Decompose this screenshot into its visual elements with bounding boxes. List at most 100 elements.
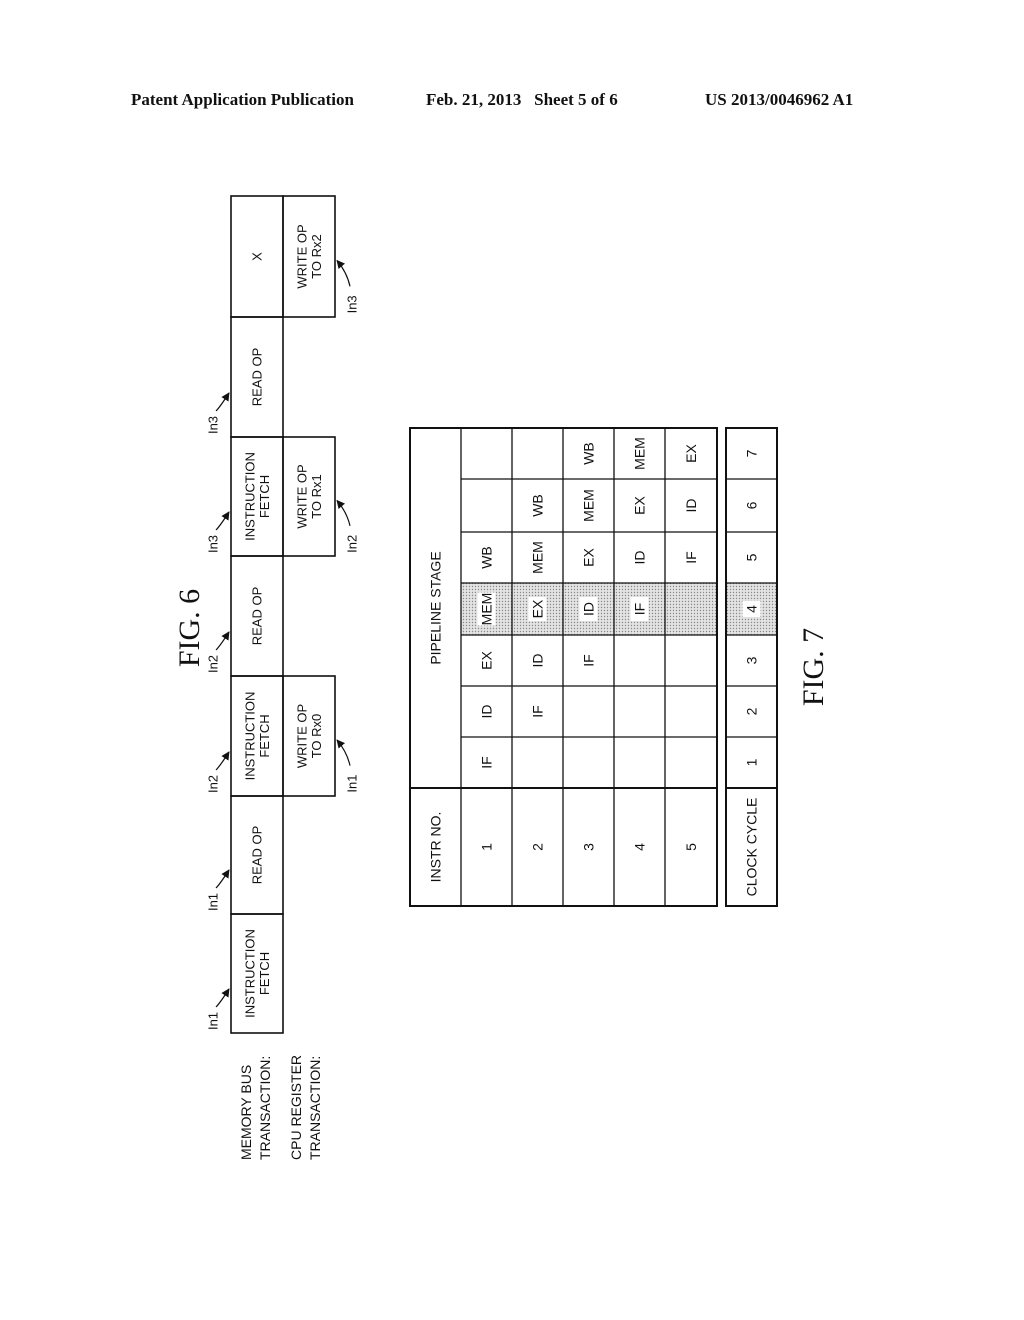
fig7-title-line: FIG. 7: [797, 628, 830, 706]
stage-cell-line: IF: [632, 603, 648, 615]
fig6-title: FIG. 6: [173, 589, 206, 667]
clock-cycle-number: 2: [744, 707, 760, 715]
stage-cell: MEM: [479, 593, 495, 626]
callout-label-line: In1: [345, 775, 360, 793]
callout-label: In2: [206, 655, 221, 673]
stage-cell: IF: [683, 551, 699, 563]
cpu-cell-label-line: WRITE OP: [295, 464, 310, 528]
callout-label: In1: [345, 775, 360, 793]
clock-cycle-number-line: 4: [744, 605, 760, 613]
clock-cycle-number-line: 5: [744, 553, 760, 561]
instr-number-line: 1: [479, 843, 495, 851]
callout-label: In1: [206, 1012, 221, 1030]
instr-number: 5: [683, 843, 699, 851]
callout-label-line: In3: [206, 535, 221, 553]
fig7-table: INSTR NO. PIPELINE STAGE 1 IF ID EX MEM WB 2 IF ID…: [409, 427, 830, 907]
cpu-register-row-label-line: CPU REGISTER: [288, 1055, 304, 1160]
memory-cell-label: INSTRUCTION FETCH: [243, 692, 272, 781]
instr-number-line: 5: [683, 843, 699, 851]
clock-cycle-number: 5: [744, 553, 760, 561]
instr-number-line: 4: [632, 843, 648, 851]
clock-cycle-number-line: 2: [744, 707, 760, 715]
stage-cell: WB: [530, 494, 546, 517]
stage-cell-line: MEM: [581, 489, 597, 522]
stage-cell-line: EX: [581, 548, 597, 567]
stage-cell-line: IF: [479, 756, 495, 768]
stage-cell-line: EX: [683, 444, 699, 463]
callout-label-line: In3: [345, 295, 360, 313]
stage-cell: MEM: [581, 489, 597, 522]
cpu-cell-label-line: TO Rx0: [309, 714, 324, 759]
instr-number-line: 3: [581, 843, 597, 851]
callout-arrow: [336, 499, 351, 526]
memory-cell-label: READ OP: [250, 587, 265, 646]
callout-label: In2: [206, 775, 221, 793]
stage-cell-line: ID: [683, 499, 699, 513]
stage-cell-line: EX: [632, 496, 648, 515]
stage-cell-line: ID: [530, 654, 546, 668]
memory-cell-label-line: INSTRUCTION: [243, 452, 258, 541]
stage-cell-line: ID: [632, 551, 648, 565]
callout-arrow: [215, 511, 230, 531]
memory-bus-row-label-line: MEMORY BUS: [238, 1065, 254, 1160]
stage-cell-line: WB: [581, 442, 597, 465]
cpu-cell-label: WRITE OP TO Rx0: [295, 704, 324, 768]
stage-cell-line: IF: [581, 654, 597, 666]
clock-cycle-number-line: 3: [744, 656, 760, 664]
stage-cell-line: MEM: [479, 593, 495, 626]
memory-cell-label-line: READ OP: [250, 826, 265, 885]
stage-cell-line: EX: [530, 599, 546, 618]
stage-cell: EX: [683, 444, 699, 463]
stage-cell-line: WB: [530, 494, 546, 517]
memory-bus-row-label-line: TRANSACTION:: [257, 1056, 273, 1160]
clock-cycle-number-line: 6: [744, 501, 760, 509]
clock-cycle-number: 7: [744, 449, 760, 457]
callout-label: In1: [206, 893, 221, 911]
fig6-diagram: INSTRUCTION FETCHIn1READ OPIn1INSTRUCTION…: [173, 195, 360, 1160]
memory-cell-label-line: X: [250, 252, 265, 261]
stage-cell: EX: [581, 548, 597, 567]
pipeline-stage-header-line: PIPELINE STAGE: [428, 551, 444, 664]
callout-label-line: In1: [206, 1012, 221, 1030]
stage-cell-line: MEM: [632, 437, 648, 470]
stage-cell: EX: [530, 599, 546, 618]
stage-cell-line: IF: [683, 551, 699, 563]
instr-no-header: INSTR NO.: [428, 812, 444, 883]
stage-cell: MEM: [530, 541, 546, 574]
callout-label-line: In1: [206, 893, 221, 911]
cpu-cell-label: WRITE OP TO Rx2: [295, 224, 324, 288]
callout-arrow: [215, 392, 230, 412]
stage-cell: IF: [632, 603, 648, 615]
cpu-register-row-label-line: TRANSACTION:: [307, 1056, 323, 1160]
instr-number: 3: [581, 843, 597, 851]
pipeline-stage-header: PIPELINE STAGE: [428, 551, 444, 664]
callout-label-line: In2: [345, 535, 360, 553]
cpu-cell-label-line: WRITE OP: [295, 224, 310, 288]
instr-number: 1: [479, 843, 495, 851]
clock-cycle-number: 6: [744, 501, 760, 509]
instr-number: 2: [530, 843, 546, 851]
stage-cell: IF: [581, 654, 597, 666]
stage-cell: WB: [479, 546, 495, 569]
stage-cell-line: ID: [581, 602, 597, 616]
clock-cycle-header-line: CLOCK CYCLE: [744, 798, 760, 897]
fig6-title-line: FIG. 6: [173, 589, 206, 667]
stage-cell: ID: [632, 551, 648, 565]
callout-label-line: In2: [206, 655, 221, 673]
clock-cycle-number: 4: [744, 605, 760, 613]
stage-cell: ID: [581, 602, 597, 616]
clock-cycle-number: 1: [744, 758, 760, 766]
memory-cell-label-line: INSTRUCTION: [243, 929, 258, 1018]
clock-cycle-number: 3: [744, 656, 760, 664]
instr-number: 4: [632, 843, 648, 851]
clock-cycle-number-line: 1: [744, 758, 760, 766]
callout-label-line: In2: [206, 775, 221, 793]
callout-arrow: [336, 739, 351, 766]
callout-label: In3: [206, 535, 221, 553]
stage-cell: EX: [632, 496, 648, 515]
cpu-cell-label-line: WRITE OP: [295, 704, 310, 768]
memory-cell-label: READ OP: [250, 348, 265, 407]
stage-cell: IF: [530, 705, 546, 717]
memory-cell-label-line: FETCH: [257, 952, 272, 995]
memory-cell-label-line: READ OP: [250, 587, 265, 646]
